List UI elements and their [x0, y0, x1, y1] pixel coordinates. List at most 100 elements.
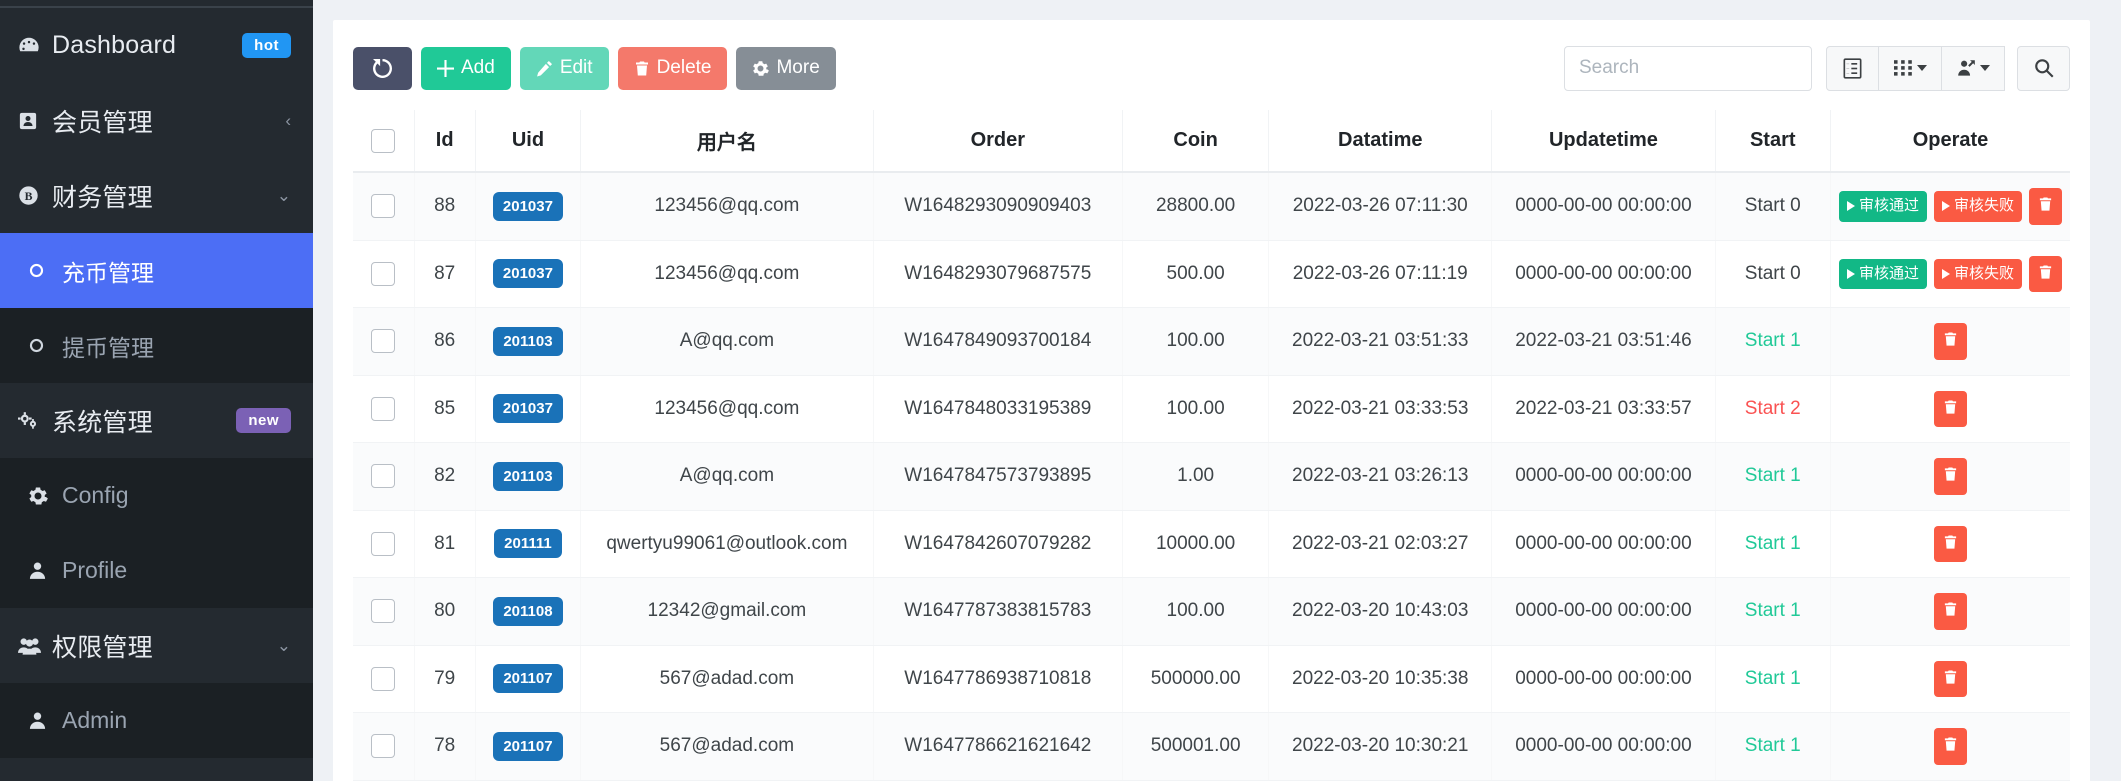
- cell-coin: 10000.00: [1122, 510, 1270, 578]
- search-icon[interactable]: [2017, 45, 2070, 91]
- cell-operate: [1830, 375, 2070, 443]
- sidebar-item-profile[interactable]: Profile: [0, 533, 313, 608]
- sidebar-item-member[interactable]: 会员管理 ‹: [0, 83, 313, 158]
- row-checkbox[interactable]: [371, 531, 396, 556]
- table-row[interactable]: 87 201037 123456@qq.com W1648293079687575 50…: [353, 240, 2070, 308]
- row-delete-button[interactable]: [1933, 323, 1967, 360]
- row-delete-button[interactable]: [1933, 728, 1967, 765]
- cell-order: W1647842607079282: [873, 510, 1124, 578]
- row-checkbox[interactable]: [371, 464, 396, 489]
- row-delete-button[interactable]: [1933, 525, 1967, 562]
- gear-icon: [28, 486, 62, 506]
- sidebar-top-divider: [0, 0, 313, 8]
- cell-operate: [1830, 442, 2070, 511]
- row-checkbox[interactable]: [371, 666, 396, 691]
- reject-button[interactable]: 审核失败: [1933, 191, 2022, 222]
- cell-datatime: 2022-03-21 02:03:27: [1268, 510, 1493, 578]
- row-checkbox[interactable]: [371, 396, 396, 421]
- delete-button[interactable]: Delete: [617, 46, 728, 90]
- cell-username: A@qq.com: [580, 442, 874, 511]
- column-header-id: Id: [414, 110, 476, 173]
- columns-toggle-icon[interactable]: [1826, 45, 1879, 91]
- column-header-用户名: 用户名: [580, 110, 874, 173]
- cell-order: W1647848033195389: [873, 375, 1124, 443]
- cell-updatetime: 0000-00-00 00:00:00: [1491, 442, 1716, 511]
- trash-icon: [1943, 331, 1958, 352]
- more-button[interactable]: More: [736, 46, 836, 90]
- sidebar-item-finance[interactable]: B 财务管理 ⌄: [0, 158, 313, 233]
- export-icon[interactable]: [1941, 45, 2005, 91]
- row-delete-button[interactable]: [1933, 390, 1967, 427]
- sidebar-item-config[interactable]: Config: [0, 458, 313, 533]
- sidebar-item-label: 财务管理: [52, 183, 153, 212]
- grid-view-icon[interactable]: [1878, 45, 1942, 91]
- reject-label: 审核失败: [1953, 197, 2014, 214]
- table-row[interactable]: 82 201103 A@qq.com W1647847573793895 1.00 202…: [353, 442, 2070, 511]
- edit-button[interactable]: Edit: [519, 46, 609, 90]
- table-row[interactable]: 78 201107 567@adad.com W1647786621621642 500…: [353, 712, 2070, 781]
- row-delete-button[interactable]: [2029, 188, 2062, 225]
- reject-button[interactable]: 审核失败: [1933, 258, 2022, 289]
- row-delete-button[interactable]: [2029, 255, 2062, 292]
- column-header-operate: Operate: [1830, 110, 2070, 173]
- cell-username: 567@adad.com: [580, 645, 874, 713]
- table-row[interactable]: 85 201037 123456@qq.com W1647848033195389 10…: [353, 375, 2070, 443]
- cell-id: 82: [414, 442, 476, 511]
- sidebar-item-admin[interactable]: Admin: [0, 683, 313, 758]
- row-checkbox[interactable]: [371, 194, 396, 219]
- cell-start: Start 1: [1715, 510, 1831, 578]
- table-row[interactable]: 80 201108 12342@gmail.com W1647787383815783…: [353, 577, 2070, 646]
- cell-order: W1647786621621642: [873, 712, 1124, 781]
- cell-updatetime: 2022-03-21 03:33:57: [1491, 375, 1716, 443]
- row-checkbox[interactable]: [371, 329, 396, 354]
- cell-order: W1647787383815783: [873, 577, 1124, 646]
- trash-icon: [1943, 534, 1958, 555]
- refresh-button[interactable]: [353, 46, 412, 90]
- row-checkbox[interactable]: [371, 734, 396, 759]
- table-row[interactable]: 81 201111 qwertyu99061@outlook.com W1647842…: [353, 510, 2070, 578]
- sidebar-item-withdraw[interactable]: 提币管理: [0, 308, 313, 383]
- column-header-uid: Uid: [475, 110, 582, 173]
- table-row[interactable]: 86 201103 A@qq.com W1647849093700184 100.00 2…: [353, 307, 2070, 376]
- cell-coin: 1.00: [1122, 442, 1270, 511]
- operate-buttons: [1839, 458, 2062, 495]
- row-delete-button[interactable]: [1933, 593, 1967, 630]
- row-checkbox[interactable]: [371, 599, 396, 624]
- sidebar-item-recharge[interactable]: 充币管理: [0, 233, 313, 308]
- row-checkbox[interactable]: [371, 261, 396, 286]
- uid-badge: 201037: [492, 259, 563, 289]
- cell-username: 123456@qq.com: [580, 172, 874, 241]
- approve-button[interactable]: 审核通过: [1838, 258, 1927, 289]
- cell-order: W1647849093700184: [873, 307, 1124, 376]
- row-delete-button[interactable]: [1933, 458, 1967, 495]
- cell-coin: 500.00: [1122, 240, 1270, 308]
- uid-badge: 201107: [493, 731, 563, 761]
- svg-text:B: B: [25, 189, 33, 203]
- cell-updatetime: 0000-00-00 00:00:00: [1491, 240, 1716, 308]
- cell-username: 123456@qq.com: [580, 375, 874, 443]
- add-button[interactable]: Add: [421, 46, 511, 90]
- approve-button[interactable]: 审核通过: [1838, 191, 1927, 222]
- id-card-icon: [18, 111, 52, 131]
- search-input[interactable]: [1564, 45, 1812, 91]
- column-header-start: Start: [1715, 110, 1831, 173]
- cell-order: W1647786938710818: [873, 645, 1124, 713]
- cell-uid: 201037: [475, 375, 582, 443]
- sidebar-item-dashboard[interactable]: Dashboard hot: [0, 8, 313, 83]
- trash-icon: [1943, 601, 1958, 622]
- sidebar-item-system[interactable]: 系统管理 new: [0, 383, 313, 458]
- cell-order: W1647847573793895: [873, 442, 1124, 511]
- row-delete-button[interactable]: [1933, 660, 1967, 697]
- table-row[interactable]: 79 201107 567@adad.com W1647786938710818 500…: [353, 645, 2070, 713]
- play-icon: [1846, 268, 1855, 279]
- row-select-cell: [353, 712, 415, 781]
- cell-username: 12342@gmail.com: [580, 577, 874, 646]
- sidebar-item-permission[interactable]: 权限管理 ⌄: [0, 608, 313, 683]
- user-icon: [28, 711, 62, 730]
- table-row[interactable]: 88 201037 123456@qq.com W1648293090909403 28…: [353, 172, 2070, 241]
- chevron-down-icon: ⌄: [276, 635, 291, 655]
- approve-label: 审核通过: [1858, 197, 1919, 214]
- cell-datatime: 2022-03-20 10:43:03: [1268, 577, 1493, 646]
- operate-buttons: [1839, 525, 2062, 562]
- select-all-checkbox[interactable]: [371, 128, 396, 153]
